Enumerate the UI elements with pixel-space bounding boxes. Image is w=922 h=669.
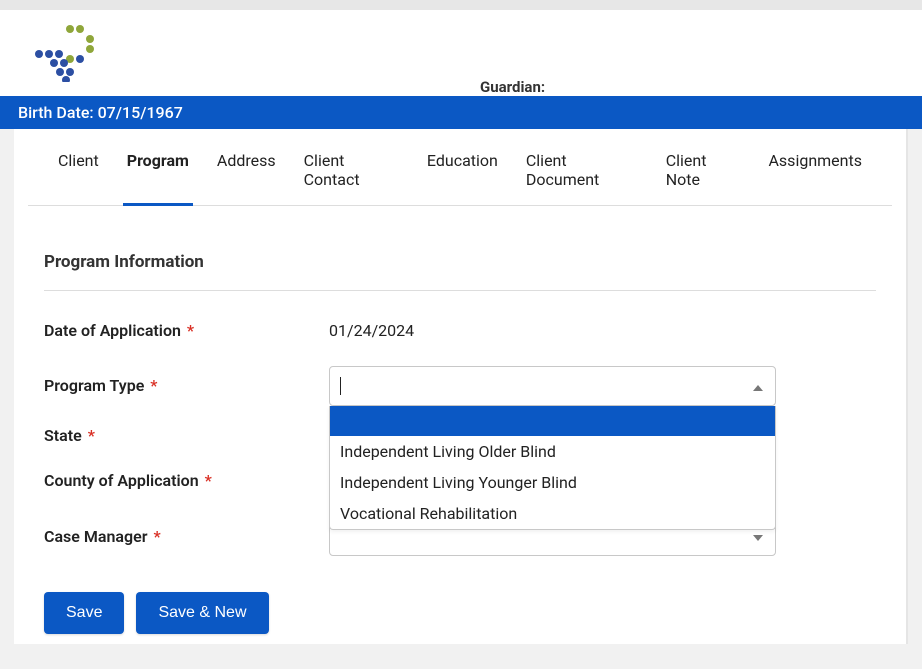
section-title: Program Information xyxy=(44,252,876,272)
label-date-of-application: Date of Application * xyxy=(44,321,329,340)
guardian-label: Guardian: xyxy=(480,78,545,96)
tab-program[interactable]: Program xyxy=(127,151,189,205)
tab-education[interactable]: Education xyxy=(427,151,498,205)
value-date-of-application: 01/24/2024 xyxy=(329,321,414,340)
save-button[interactable]: Save xyxy=(44,592,124,634)
tab-address[interactable]: Address xyxy=(217,151,276,205)
tabs: Client Program Address Client Contact Ed… xyxy=(28,129,892,206)
label-case-manager: Case Manager * xyxy=(44,527,329,546)
program-type-dropdown: Independent Living Older Blind Independe… xyxy=(329,406,776,530)
program-type-select[interactable] xyxy=(329,366,776,406)
label-county-of-application: County of Application * xyxy=(44,471,329,490)
tab-client[interactable]: Client xyxy=(58,151,99,205)
program-type-option-blank[interactable] xyxy=(330,406,775,436)
label-program-type: Program Type * xyxy=(44,366,329,395)
program-type-option-vocational-rehab[interactable]: Vocational Rehabilitation xyxy=(330,498,775,529)
program-type-option-il-older-blind[interactable]: Independent Living Older Blind xyxy=(330,436,775,467)
chevron-up-icon xyxy=(753,377,763,395)
tab-client-note[interactable]: Client Note xyxy=(666,151,741,205)
text-cursor xyxy=(340,377,341,395)
app-logo xyxy=(30,24,110,86)
save-and-new-button[interactable]: Save & New xyxy=(136,592,268,634)
tab-assignments[interactable]: Assignments xyxy=(768,151,862,205)
program-type-option-il-younger-blind[interactable]: Independent Living Younger Blind xyxy=(330,467,775,498)
birth-date-bar: Birth Date: 07/15/1967 xyxy=(0,96,922,129)
tab-client-contact[interactable]: Client Contact xyxy=(304,151,399,205)
label-state: State * xyxy=(44,426,329,445)
tab-client-document[interactable]: Client Document xyxy=(526,151,638,205)
